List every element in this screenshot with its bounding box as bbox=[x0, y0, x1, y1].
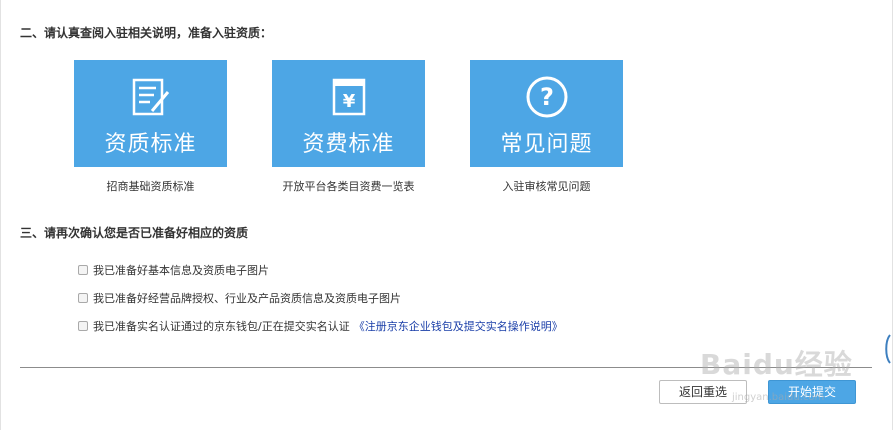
checkbox[interactable] bbox=[78, 293, 88, 303]
checkbox[interactable] bbox=[78, 265, 88, 275]
check-row-basic-info: 我已准备好基本信息及资质电子图片 bbox=[78, 262, 269, 278]
card-title: 资质标准 bbox=[104, 132, 197, 157]
question-circle-icon: ? bbox=[526, 76, 567, 118]
wallet-guide-link[interactable]: 《注册京东企业钱包及提交实名操作说明》 bbox=[354, 318, 563, 334]
check-label: 我已准备好经营品牌授权、行业及产品资质信息及资质电子图片 bbox=[93, 292, 401, 305]
check-label: 我已准备好基本信息及资质电子图片 bbox=[93, 264, 269, 277]
card-caption: 开放平台各类目资费一览表 bbox=[282, 180, 415, 193]
document-edit-icon bbox=[132, 78, 169, 116]
svg-text:¥: ¥ bbox=[342, 91, 355, 112]
qualification-standard-card[interactable]: 资质标准 bbox=[74, 60, 227, 167]
card-title: 资费标准 bbox=[302, 132, 395, 157]
edge-scroll-icon bbox=[885, 334, 891, 364]
card-caption: 招商基础资质标准 bbox=[106, 180, 195, 193]
svg-text:?: ? bbox=[540, 83, 554, 111]
fee-standard-card[interactable]: ¥ 资费标准 bbox=[272, 60, 425, 167]
card-caption: 入驻审核常见问题 bbox=[502, 180, 591, 193]
checkbox[interactable] bbox=[78, 321, 88, 331]
faq-card[interactable]: ? 常见问题 bbox=[470, 60, 623, 167]
check-row-real-name-wallet: 我已准备实名认证通过的京东钱包/正在提交实名认证 《注册京东企业钱包及提交实名操… bbox=[78, 318, 563, 334]
section-3-title: 三、请再次确认您是否已准备好相应的资质 bbox=[20, 226, 249, 240]
section-2-title: 二、请认真查阅入驻相关说明，准备入驻资质： bbox=[20, 26, 273, 40]
check-row-brand-authorization: 我已准备好经营品牌授权、行业及产品资质信息及资质电子图片 bbox=[78, 290, 401, 306]
baidu-watermark: Baidu经验 bbox=[700, 348, 853, 381]
baidu-watermark-url: jingyan.baidu.com bbox=[732, 392, 825, 403]
yen-receipt-icon: ¥ bbox=[332, 78, 365, 116]
card-title: 常见问题 bbox=[500, 132, 593, 157]
check-label: 我已准备实名认证通过的京东钱包/正在提交实名认证 bbox=[93, 320, 350, 333]
